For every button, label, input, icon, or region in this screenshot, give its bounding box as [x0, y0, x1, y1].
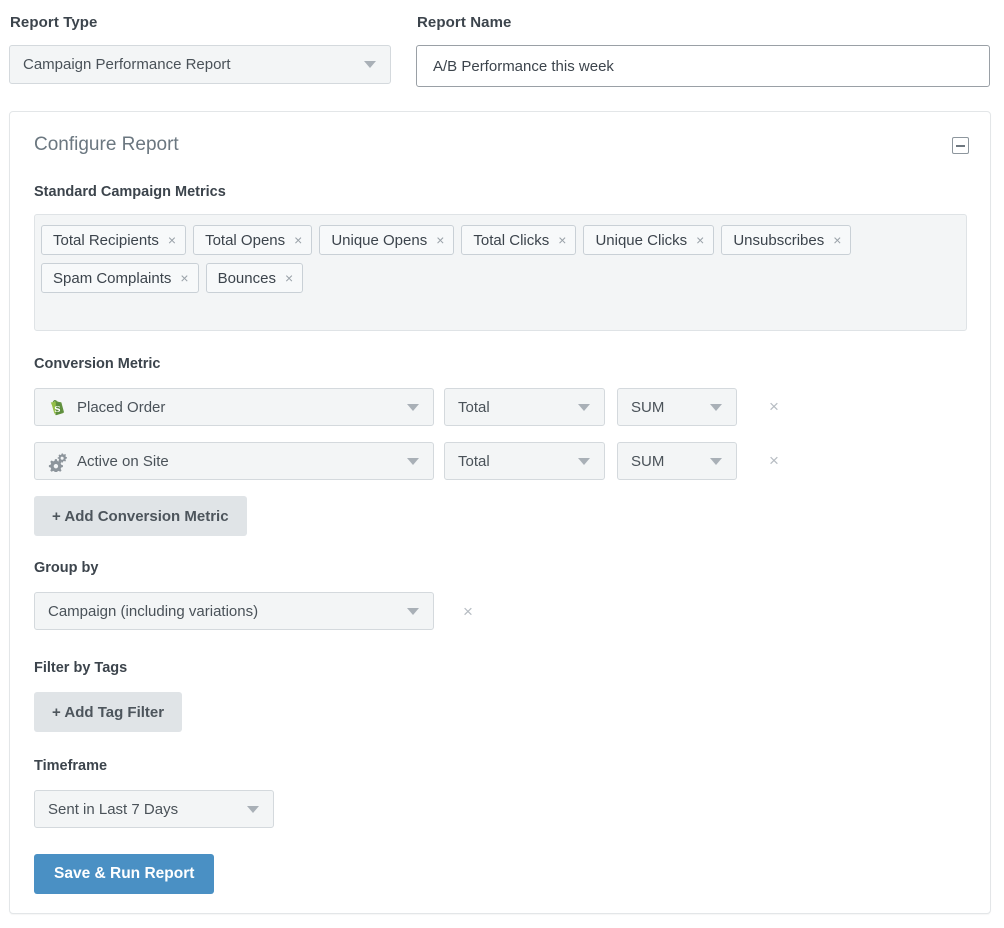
conversion-aggregate-value: Total [445, 399, 578, 416]
metric-tag-label: Total Recipients [53, 232, 159, 249]
shopify-bag-icon: S [46, 396, 68, 418]
timeframe-value: Sent in Last 7 Days [35, 801, 247, 818]
metric-tag[interactable]: Unique Opens × [319, 225, 454, 255]
remove-tag-icon[interactable]: × [696, 233, 704, 247]
conversion-function-value: SUM [618, 453, 710, 470]
chevron-down-icon [710, 404, 722, 411]
metric-tag[interactable]: Total Opens × [193, 225, 312, 255]
standard-metrics-box[interactable]: Total Recipients × Total Opens × Unique … [34, 214, 967, 331]
metric-tag[interactable]: Total Recipients × [41, 225, 186, 255]
remove-group-by-icon[interactable]: × [463, 602, 473, 622]
svg-text:S: S [54, 405, 60, 415]
remove-tag-icon[interactable]: × [180, 271, 188, 285]
metric-tag-label: Total Opens [205, 232, 285, 249]
remove-conversion-metric-icon[interactable]: × [769, 451, 779, 471]
group-by-select[interactable]: Campaign (including variations) [34, 592, 434, 630]
metric-tag-list: Total Recipients × Total Opens × Unique … [41, 221, 960, 297]
report-name-input[interactable] [416, 45, 990, 87]
report-builder-page: Report Type Campaign Performance Report … [0, 0, 1004, 928]
conversion-metric-label: Conversion Metric [34, 356, 161, 372]
chevron-down-icon [364, 61, 376, 68]
metric-tag[interactable]: Unsubscribes × [721, 225, 851, 255]
remove-tag-icon[interactable]: × [833, 233, 841, 247]
chevron-down-icon [407, 458, 419, 465]
report-type-select[interactable]: Campaign Performance Report [9, 45, 391, 84]
group-by-label: Group by [34, 560, 98, 576]
chevron-down-icon [578, 404, 590, 411]
conversion-metric-value: Active on Site [77, 453, 407, 470]
standard-metrics-label: Standard Campaign Metrics [34, 184, 226, 200]
metric-tag[interactable]: Total Clicks × [461, 225, 576, 255]
conversion-aggregate-value: Total [445, 453, 578, 470]
chevron-down-icon [407, 404, 419, 411]
conversion-aggregate-select[interactable]: Total [444, 388, 605, 426]
report-name-label: Report Name [417, 14, 511, 31]
configure-report-panel: Configure Report Standard Campaign Metri… [9, 111, 991, 914]
filter-by-tags-label: Filter by Tags [34, 660, 127, 676]
conversion-aggregate-select[interactable]: Total [444, 442, 605, 480]
metric-tag[interactable]: Unique Clicks × [583, 225, 714, 255]
metric-tag[interactable]: Spam Complaints × [41, 263, 199, 293]
conversion-metric-select[interactable]: Active on Site [34, 442, 434, 480]
chevron-down-icon [247, 806, 259, 813]
gears-icon [46, 450, 68, 472]
remove-tag-icon[interactable]: × [436, 233, 444, 247]
conversion-metric-value: Placed Order [77, 399, 407, 416]
timeframe-select[interactable]: Sent in Last 7 Days [34, 790, 274, 828]
add-conversion-metric-button[interactable]: + Add Conversion Metric [34, 496, 247, 536]
panel-title: Configure Report [34, 134, 179, 156]
remove-tag-icon[interactable]: × [168, 233, 176, 247]
chevron-down-icon [710, 458, 722, 465]
report-header-fields: Report Type Campaign Performance Report … [0, 0, 1004, 100]
conversion-function-select[interactable]: SUM [617, 442, 737, 480]
metric-tag-label: Spam Complaints [53, 270, 171, 287]
metric-tag-label: Unique Opens [331, 232, 427, 249]
chevron-down-icon [578, 458, 590, 465]
remove-conversion-metric-icon[interactable]: × [769, 397, 779, 417]
metric-tag-label: Bounces [218, 270, 276, 287]
conversion-function-value: SUM [618, 399, 710, 416]
report-type-label: Report Type [10, 14, 98, 31]
group-by-value: Campaign (including variations) [35, 603, 407, 620]
remove-tag-icon[interactable]: × [558, 233, 566, 247]
metric-tag-label: Unsubscribes [733, 232, 824, 249]
report-type-value: Campaign Performance Report [10, 56, 364, 73]
conversion-metric-select[interactable]: S Placed Order [34, 388, 434, 426]
chevron-down-icon [407, 608, 419, 615]
metric-tag-label: Unique Clicks [595, 232, 687, 249]
metric-tag[interactable]: Bounces × [206, 263, 304, 293]
timeframe-label: Timeframe [34, 758, 107, 774]
remove-tag-icon[interactable]: × [294, 233, 302, 247]
add-tag-filter-button[interactable]: + Add Tag Filter [34, 692, 182, 732]
save-and-run-report-button[interactable]: Save & Run Report [34, 854, 214, 894]
conversion-function-select[interactable]: SUM [617, 388, 737, 426]
metric-tag-label: Total Clicks [473, 232, 549, 249]
remove-tag-icon[interactable]: × [285, 271, 293, 285]
minus-square-icon[interactable] [952, 137, 969, 154]
